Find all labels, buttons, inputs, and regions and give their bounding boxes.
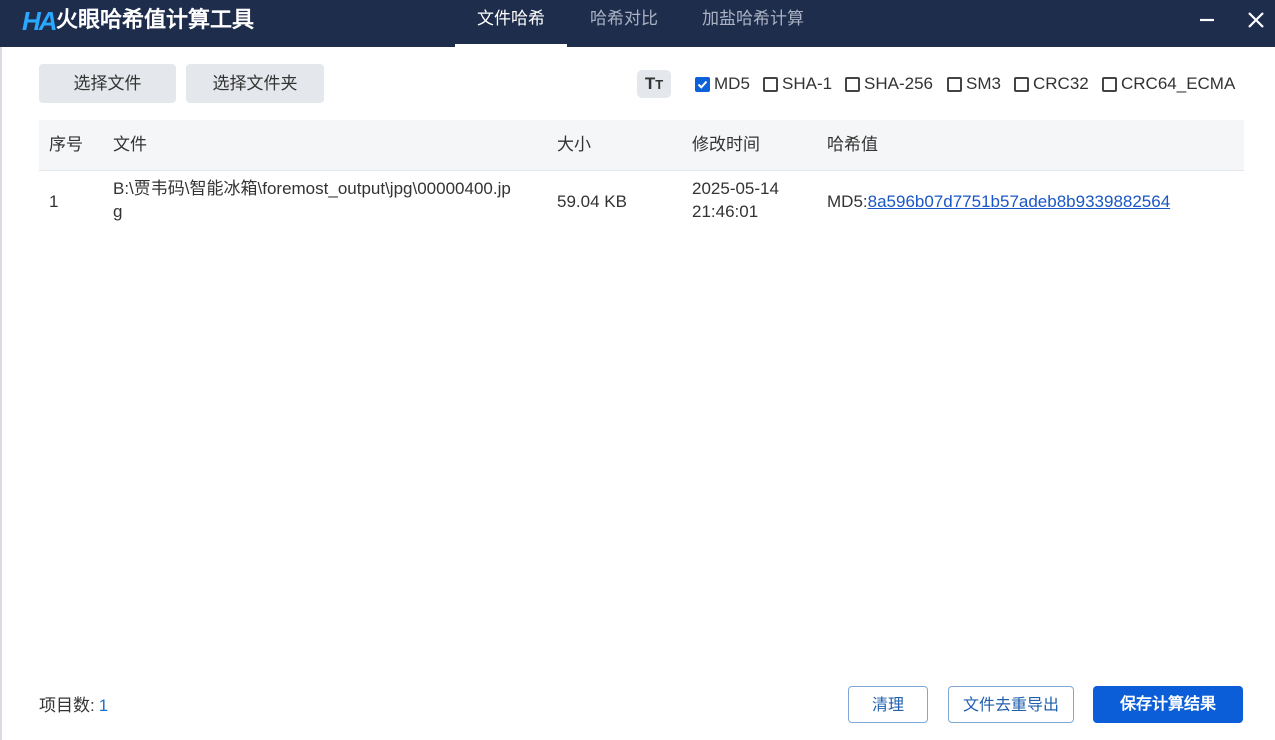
checkbox-sha256[interactable]: SHA-256 [845, 73, 933, 95]
tab-label: 加盐哈希计算 [702, 9, 804, 28]
select-file-button[interactable]: 选择文件 [39, 64, 176, 103]
tab-file-hash[interactable]: 文件哈希 [455, 0, 567, 47]
column-header-modified: 修改时间 [692, 135, 760, 154]
table-header: 序号 文件 大小 修改时间 哈希值 [39, 120, 1244, 171]
app-logo: HA [22, 6, 58, 36]
table-row[interactable]: 1 B:\贾韦码\智能冰箱\foremost_output\jpg\000004… [39, 171, 1244, 231]
checkbox-unchecked-icon [845, 76, 860, 92]
checkbox-sha1[interactable]: SHA-1 [763, 73, 832, 95]
close-button[interactable] [1243, 7, 1269, 33]
row-modified: 2025-05-14 21:46:01 [692, 177, 779, 223]
checkbox-crc64-ecma[interactable]: CRC64_ECMA [1102, 73, 1235, 95]
hash-value-link[interactable]: 8a596b07d7751b57adeb8b9339882564 [868, 192, 1171, 211]
select-folder-button[interactable]: 选择文件夹 [186, 64, 324, 103]
file-path-line: B:\贾韦码\智能冰箱\foremost_output\jpg\00000400… [113, 179, 511, 198]
checkbox-label: CRC32 [1033, 74, 1089, 93]
app-title: 火眼哈希值计算工具 [56, 7, 255, 32]
checkbox-md5[interactable]: MD5 [695, 73, 750, 95]
file-path-line: g [113, 202, 123, 221]
window-left-border [0, 47, 2, 740]
modified-date: 2025-05-14 [692, 179, 779, 198]
minimize-button[interactable] [1194, 7, 1220, 33]
clear-button[interactable]: 清理 [848, 686, 928, 723]
checkbox-unchecked-icon [1102, 76, 1117, 92]
checkbox-unchecked-icon [763, 76, 778, 92]
tab-hash-compare[interactable]: 哈希对比 [580, 0, 668, 47]
column-header-size: 大小 [557, 135, 591, 154]
column-header-hash: 哈希值 [827, 135, 878, 154]
item-count-value: 1 [98, 696, 109, 715]
tab-salted-hash[interactable]: 加盐哈希计算 [690, 0, 816, 47]
column-header-index: 序号 [49, 135, 83, 154]
checkbox-checked-icon [695, 76, 710, 92]
row-hash: MD5:8a596b07d7751b57adeb8b9339882564 [827, 190, 1170, 213]
checkbox-label: SHA-1 [782, 74, 833, 93]
tab-label: 文件哈希 [477, 9, 545, 28]
checkbox-label: CRC64_ECMA [1121, 74, 1236, 93]
item-count: 项目数: 1 [39, 694, 108, 718]
hash-prefix: MD5: [827, 192, 868, 211]
checkbox-unchecked-icon [1014, 76, 1029, 92]
checkbox-crc32[interactable]: CRC32 [1014, 73, 1089, 95]
row-size: 59.04 KB [557, 192, 627, 211]
row-index: 1 [49, 192, 59, 211]
checkbox-label: SHA-256 [864, 74, 933, 93]
close-icon [1248, 12, 1264, 28]
dedupe-export-button[interactable]: 文件去重导出 [948, 686, 1074, 723]
checkbox-label: SM3 [966, 74, 1001, 93]
column-header-file: 文件 [113, 135, 147, 154]
item-count-label: 项目数: [39, 696, 95, 715]
modified-time: 21:46:01 [692, 202, 759, 221]
row-file-path: B:\贾韦码\智能冰箱\foremost_output\jpg\00000400… [113, 177, 543, 223]
tab-label: 哈希对比 [590, 9, 658, 28]
text-size-icon: TT [644, 74, 664, 93]
checkbox-unchecked-icon [947, 76, 962, 92]
checkbox-sm3[interactable]: SM3 [947, 73, 1001, 95]
checkbox-label: MD5 [714, 74, 750, 93]
minimize-icon [1200, 18, 1214, 22]
title-bar: HA 火眼哈希值计算工具 文件哈希 哈希对比 加盐哈希计算 [0, 0, 1275, 47]
text-size-button[interactable]: TT [637, 70, 671, 98]
save-results-button[interactable]: 保存计算结果 [1093, 686, 1243, 723]
